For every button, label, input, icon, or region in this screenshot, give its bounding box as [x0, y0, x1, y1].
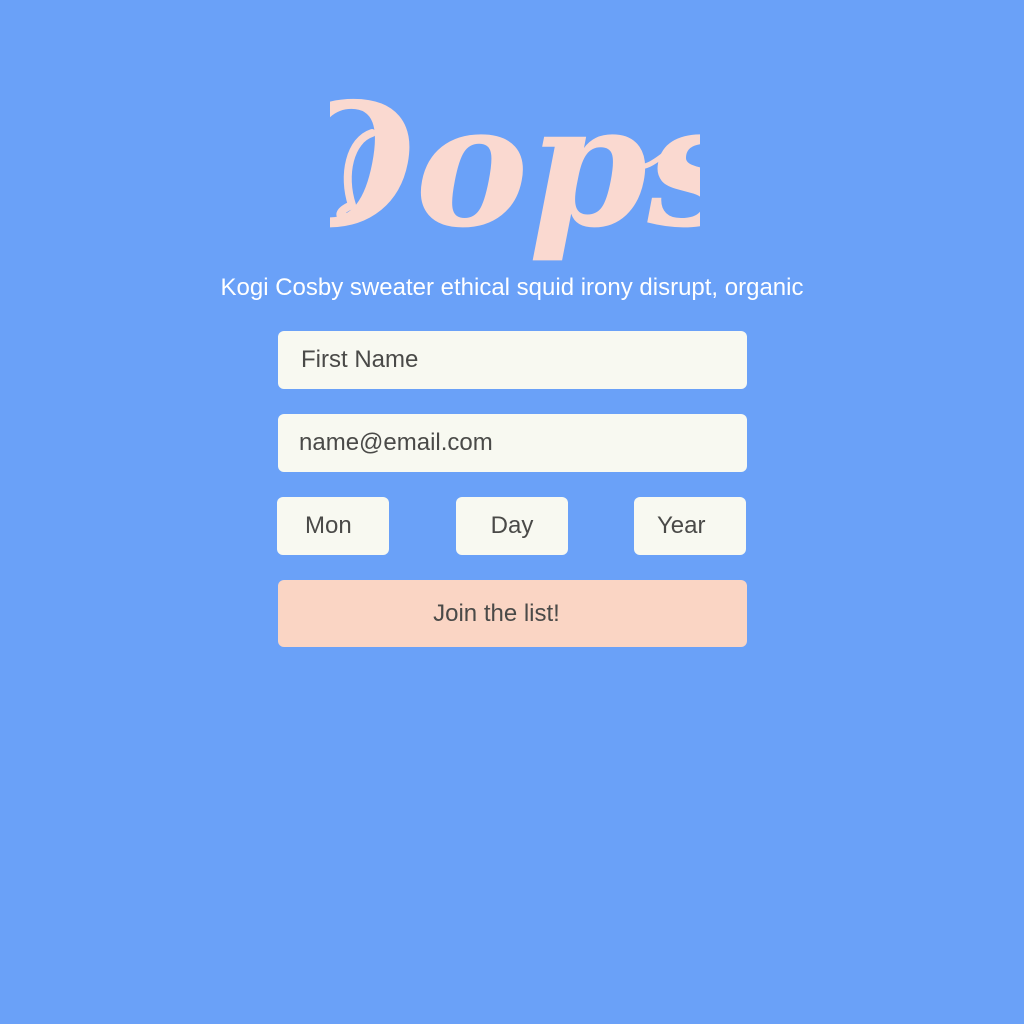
join-list-button[interactable]: Join the list!: [278, 580, 747, 647]
first-name-field[interactable]: First Name: [278, 331, 747, 389]
year-field[interactable]: Year: [634, 497, 746, 555]
logo-text: Oops: [330, 66, 700, 265]
logo: Oops: [0, 0, 1024, 270]
oops-logo: Oops: [330, 66, 700, 265]
email-field[interactable]: name@email.com: [278, 414, 747, 472]
day-field[interactable]: Day: [456, 497, 568, 555]
tagline: Kogi Cosby sweater ethical squid irony d…: [220, 274, 804, 301]
month-field[interactable]: Mon: [277, 497, 389, 555]
